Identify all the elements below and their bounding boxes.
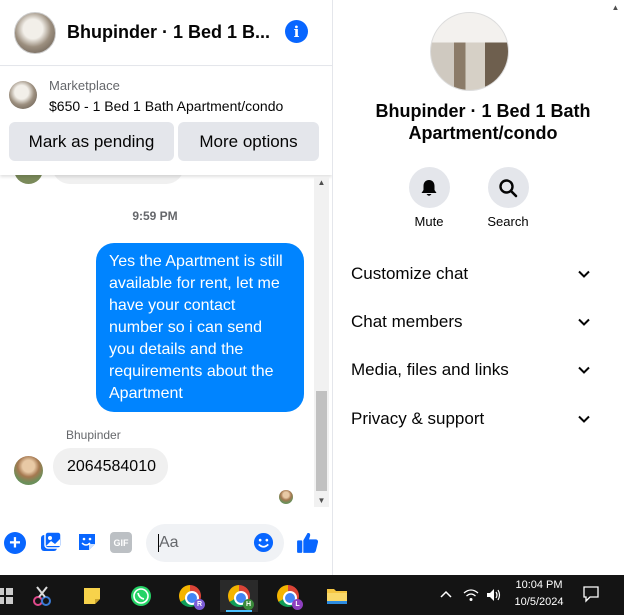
chrome-profile-h-icon[interactable]: H [220,580,258,612]
windows-start-icon[interactable] [0,580,24,612]
system-clock[interactable]: 10:04 PM 10/5/2024 [506,577,572,611]
bell-icon [421,179,437,196]
action-circle[interactable] [487,167,529,208]
chat-title[interactable]: Bhupinder · 1 Bed 1 B... [67,22,270,43]
conversation-name: Bhupinder · 1 Bed 1 Bath Apartment/condo [375,101,591,143]
info-icon[interactable]: i [285,20,308,43]
chat-pane: Bhupinder · 1 Bed 1 B... i Marketplace $… [0,0,332,575]
sticky-notes-icon[interactable] [73,580,111,612]
chrome-profile-r-icon[interactable]: R [171,580,209,612]
clock-time: 10:04 PM [515,579,563,591]
info-scrollbar[interactable]: ▲ [607,0,624,575]
section-media-files-links[interactable]: Media, files and links [351,355,591,385]
notification-center-icon[interactable] [582,585,600,603]
clock-date: 10/5/2024 [514,596,564,608]
sender-name: Bhupinder [66,428,121,442]
photo-icon[interactable] [40,531,62,553]
outgoing-message[interactable]: Yes the Apartment is still available for… [96,243,304,412]
chat-header: Bhupinder · 1 Bed 1 B... i [0,0,332,66]
sender-avatar[interactable] [14,456,43,485]
snipping-tool-icon[interactable] [23,580,61,612]
profile-badge: H [243,599,254,610]
chrome-profile-l-icon[interactable]: L [269,580,307,612]
profile-badge: R [194,599,205,610]
section-label: Privacy & support [351,409,485,428]
wifi-icon[interactable] [463,575,479,615]
scroll-up-arrow-icon[interactable]: ▲ [314,177,329,189]
listing-thumbnail[interactable] [9,81,37,109]
scroll-thumb[interactable] [316,391,327,491]
section-customize-chat[interactable]: Customize chat [351,259,591,289]
chat-scrollbar[interactable]: ▲ ▼ [314,177,329,507]
plus-icon[interactable]: + [4,532,26,554]
action-circle[interactable] [408,167,450,208]
sticker-icon[interactable] [76,531,98,553]
section-label: Customize chat [351,264,469,283]
more-options-button[interactable]: More options [178,122,319,161]
text-caret [158,534,159,552]
thumbs-up-icon[interactable] [295,530,320,555]
chevron-down-icon [578,318,590,326]
marketplace-label: Marketplace [49,78,120,93]
section-privacy-support[interactable]: Privacy & support [351,404,591,434]
search-button[interactable]: Search [478,167,538,229]
emoji-icon[interactable] [253,532,274,553]
search-icon [499,178,518,197]
conversation-info-pane: Bhupinder · 1 Bed 1 Bath Apartment/condo… [333,0,624,575]
profile-badge: L [292,599,303,610]
section-label: Media, files and links [351,360,509,379]
seen-indicator-avatar [279,490,293,504]
chevron-down-icon [578,415,590,423]
search-label: Search [487,214,529,229]
incoming-message[interactable]: 2064584010 [53,448,168,485]
show-hidden-icons-chevron-up-icon[interactable] [440,575,452,615]
message-timestamp: 9:59 PM [132,209,178,223]
chevron-down-icon [578,270,590,278]
conversation-avatar[interactable] [430,12,509,91]
mute-button[interactable]: Mute [399,167,459,229]
marketplace-banner: Marketplace $650 - 1 Bed 1 Bath Apartmen… [0,67,332,175]
gif-icon[interactable]: GIF [110,532,132,553]
section-label: Chat members [351,312,463,331]
taskbar: R H L 10:04 PM 10/5/2024 [0,575,624,615]
chevron-down-icon [578,366,590,374]
scroll-up-arrow-icon[interactable]: ▲ [607,3,624,12]
file-explorer-icon[interactable] [318,580,356,612]
message-composer: + GIF [0,518,332,568]
whatsapp-icon[interactable] [122,580,160,612]
contact-avatar[interactable] [14,11,56,54]
volume-icon[interactable] [486,575,502,615]
mute-label: Mute [414,214,444,229]
scroll-down-arrow-icon[interactable]: ▼ [314,495,329,507]
mark-as-pending-button[interactable]: Mark as pending [9,122,174,161]
listing-title[interactable]: $650 - 1 Bed 1 Bath Apartment/condo [49,98,283,114]
section-chat-members[interactable]: Chat members [351,307,591,337]
